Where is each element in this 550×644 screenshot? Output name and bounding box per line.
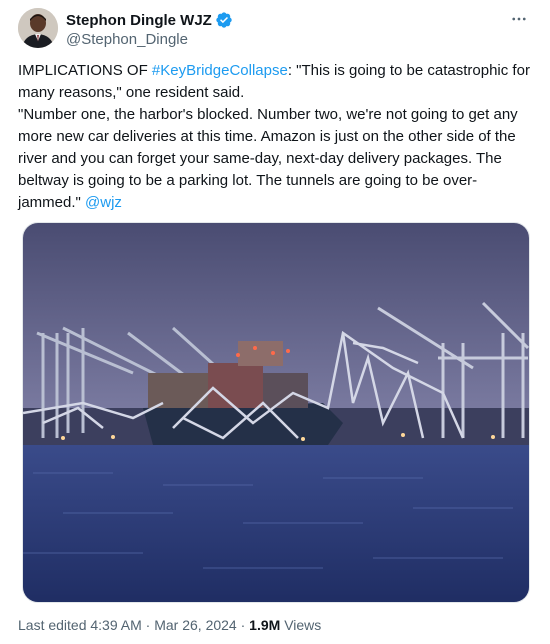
views-label: Views xyxy=(284,617,322,633)
author-name[interactable]: Stephon Dingle WJZ xyxy=(66,12,212,29)
mention-link[interactable]: @wjz xyxy=(85,194,122,211)
more-options-button[interactable] xyxy=(508,8,530,30)
hashtag-link[interactable]: #KeyBridgeCollapse xyxy=(152,62,288,79)
bridge-collapse-photo xyxy=(23,223,529,602)
meta-separator: · xyxy=(240,617,246,633)
more-horizontal-icon xyxy=(512,17,526,21)
avatar[interactable] xyxy=(18,8,58,48)
tweet-paragraph-1: IMPLICATIONS OF #KeyBridgeCollapse: "Thi… xyxy=(18,60,533,104)
tweet-text-segment: IMPLICATIONS OF xyxy=(18,62,152,79)
author-handle[interactable]: @Stephon_Dingle xyxy=(66,31,233,48)
verified-badge-icon xyxy=(216,12,232,28)
tweet-card: Stephon Dingle WJZ @Stephon_Dingle IMPLI… xyxy=(0,0,550,644)
post-date[interactable]: Mar 26, 2024 xyxy=(154,617,237,633)
views-count: 1.9M xyxy=(249,617,281,633)
tweet-meta: Last edited 4:39 AM · Mar 26, 2024 · 1.9… xyxy=(18,617,321,633)
edited-timestamp[interactable]: Last edited 4:39 AM xyxy=(18,617,142,633)
tweet-text: IMPLICATIONS OF #KeyBridgeCollapse: "Thi… xyxy=(18,60,533,214)
tweet-media[interactable] xyxy=(22,222,530,603)
meta-separator: · xyxy=(145,617,151,633)
tweet-paragraph-2: "Number one, the harbor's blocked. Numbe… xyxy=(18,104,533,214)
tweet-header: Stephon Dingle WJZ @Stephon_Dingle xyxy=(66,10,233,48)
avatar-image xyxy=(18,8,58,48)
